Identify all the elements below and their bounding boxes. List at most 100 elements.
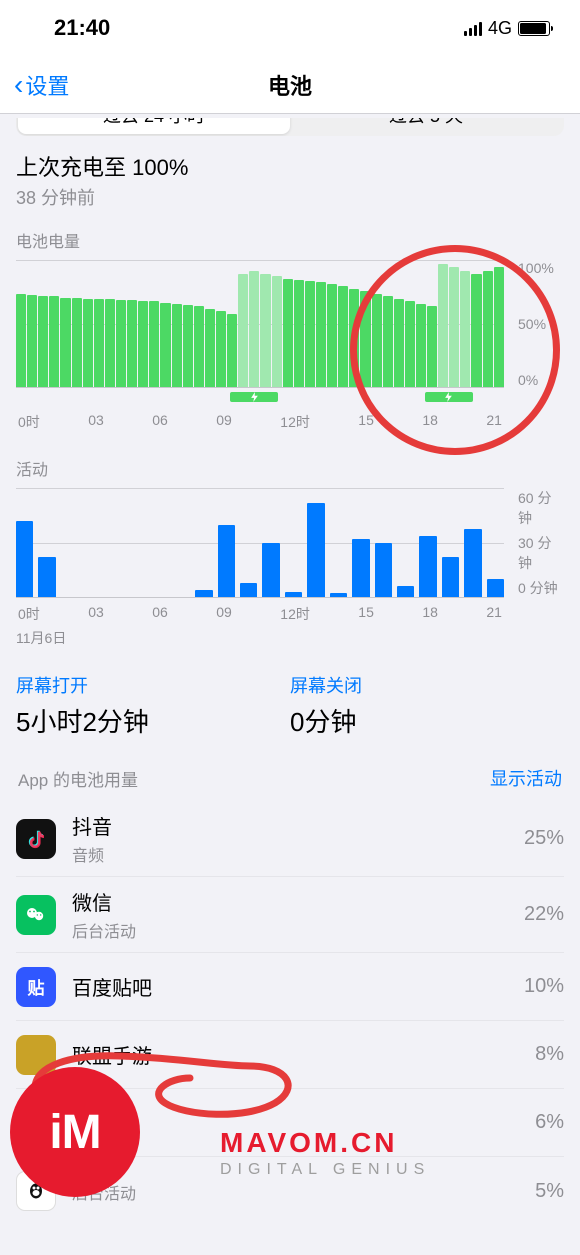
app-percent: 25%	[524, 827, 564, 850]
status-time: 21:40	[54, 15, 110, 41]
bar	[94, 299, 104, 387]
activity-plot[interactable]	[16, 488, 504, 598]
show-activity-button[interactable]: 显示活动	[490, 765, 562, 791]
bar	[397, 586, 414, 597]
bar	[449, 267, 459, 387]
app-name: 百度贴吧	[72, 972, 508, 1001]
lol-icon	[16, 1035, 56, 1075]
bar	[60, 298, 70, 387]
y-axis: 60 分钟30 分钟0 分钟	[514, 488, 564, 598]
bar	[327, 284, 337, 387]
bar	[416, 304, 426, 387]
bar	[227, 314, 237, 387]
bar	[307, 503, 324, 597]
screen-off[interactable]: 屏幕关闭 0分钟	[290, 672, 564, 739]
bar	[375, 543, 392, 597]
bar	[460, 271, 470, 387]
tab-24h[interactable]: 过去 24 小时	[18, 118, 290, 134]
app-percent: 5%	[535, 1180, 564, 1203]
last-charge-title: 上次充电至 100%	[16, 150, 564, 182]
bar	[205, 309, 215, 387]
app-percent: 8%	[535, 1043, 564, 1066]
bar	[471, 274, 481, 387]
x-axis: 0时03060912时151821	[16, 412, 504, 432]
bar	[216, 311, 226, 387]
bar	[283, 279, 293, 387]
bar	[127, 300, 137, 387]
bar	[183, 305, 193, 387]
bar	[262, 543, 279, 597]
wechat-icon	[16, 895, 56, 935]
bar	[72, 298, 82, 387]
app-sub: 后台活动	[72, 918, 508, 942]
app-name: 抖音	[72, 811, 508, 840]
date-label: 11月6日	[16, 628, 504, 648]
app-percent: 22%	[524, 903, 564, 926]
bar	[194, 306, 204, 387]
bar	[285, 592, 302, 597]
bar	[116, 300, 126, 387]
x-axis: 0时03060912时151821	[16, 604, 504, 624]
bar	[330, 593, 347, 597]
activity-chart: 活动 0时03060912时151821 11月6日 60 分钟30 分钟0 分…	[16, 456, 564, 648]
bar	[172, 304, 182, 387]
bar	[383, 296, 393, 387]
battery-plot[interactable]	[16, 260, 504, 388]
bar	[394, 299, 404, 387]
screen-on[interactable]: 屏幕打开 5小时2分钟	[16, 672, 290, 739]
back-label: 设置	[25, 69, 69, 101]
bar	[105, 299, 115, 387]
bar	[419, 536, 436, 597]
bar	[349, 289, 359, 387]
chart-title: 电池电量	[16, 228, 564, 252]
bar	[238, 274, 248, 387]
watermark-badge: iM	[10, 1067, 140, 1197]
status-bar: 21:40 4G	[0, 0, 580, 56]
battery-icon	[518, 21, 550, 36]
tab-5d[interactable]: 过去 5 天	[290, 118, 562, 134]
charging-indicators	[16, 392, 504, 406]
app-percent: 10%	[524, 975, 564, 998]
app-row[interactable]: 抖音音频 25%	[16, 801, 564, 877]
time-range-toggle[interactable]: 过去 24 小时 过去 5 天	[16, 118, 564, 136]
app-row[interactable]: 贴百度贴吧 10%	[16, 953, 564, 1021]
charging-icon	[425, 392, 473, 402]
bar	[427, 306, 437, 387]
chevron-left-icon: ‹	[14, 71, 23, 99]
bar	[38, 296, 48, 387]
page-title: 电池	[268, 69, 312, 101]
chart-title: 活动	[16, 456, 564, 480]
status-right: 4G	[464, 18, 550, 39]
app-sub: 音频	[72, 842, 508, 866]
bar	[494, 267, 504, 387]
last-charge-sub: 38 分钟前	[16, 184, 564, 210]
bar	[138, 301, 148, 387]
app-sub: 后台活动	[72, 1180, 519, 1204]
screen-time-row: 屏幕打开 5小时2分钟 屏幕关闭 0分钟	[16, 672, 564, 739]
bar	[464, 529, 481, 597]
app-name: 联盟手游	[72, 1040, 519, 1069]
back-button[interactable]: ‹ 设置	[14, 69, 69, 101]
network-label: 4G	[488, 18, 512, 39]
bar	[16, 294, 26, 387]
bar	[316, 282, 326, 387]
bar	[195, 590, 212, 597]
bar	[338, 286, 348, 387]
bar	[483, 271, 493, 387]
app-name: 微信	[72, 887, 508, 916]
battery-level-chart: 电池电量 0时03060912时151821 100%50%0%	[16, 228, 564, 432]
bar	[49, 296, 59, 387]
bar	[149, 301, 159, 387]
app-percent: 6%	[535, 1111, 564, 1134]
nav-bar: ‹ 设置 电池	[0, 56, 580, 114]
y-axis: 100%50%0%	[514, 260, 564, 388]
bar	[260, 274, 270, 387]
bar	[294, 280, 304, 387]
bar	[352, 539, 369, 597]
app-row[interactable]: 微信后台活动 22%	[16, 877, 564, 953]
douyin-icon	[16, 819, 56, 859]
tieba-icon: 贴	[16, 967, 56, 1007]
bar	[38, 557, 55, 597]
bar	[218, 525, 235, 597]
bar	[240, 583, 257, 597]
